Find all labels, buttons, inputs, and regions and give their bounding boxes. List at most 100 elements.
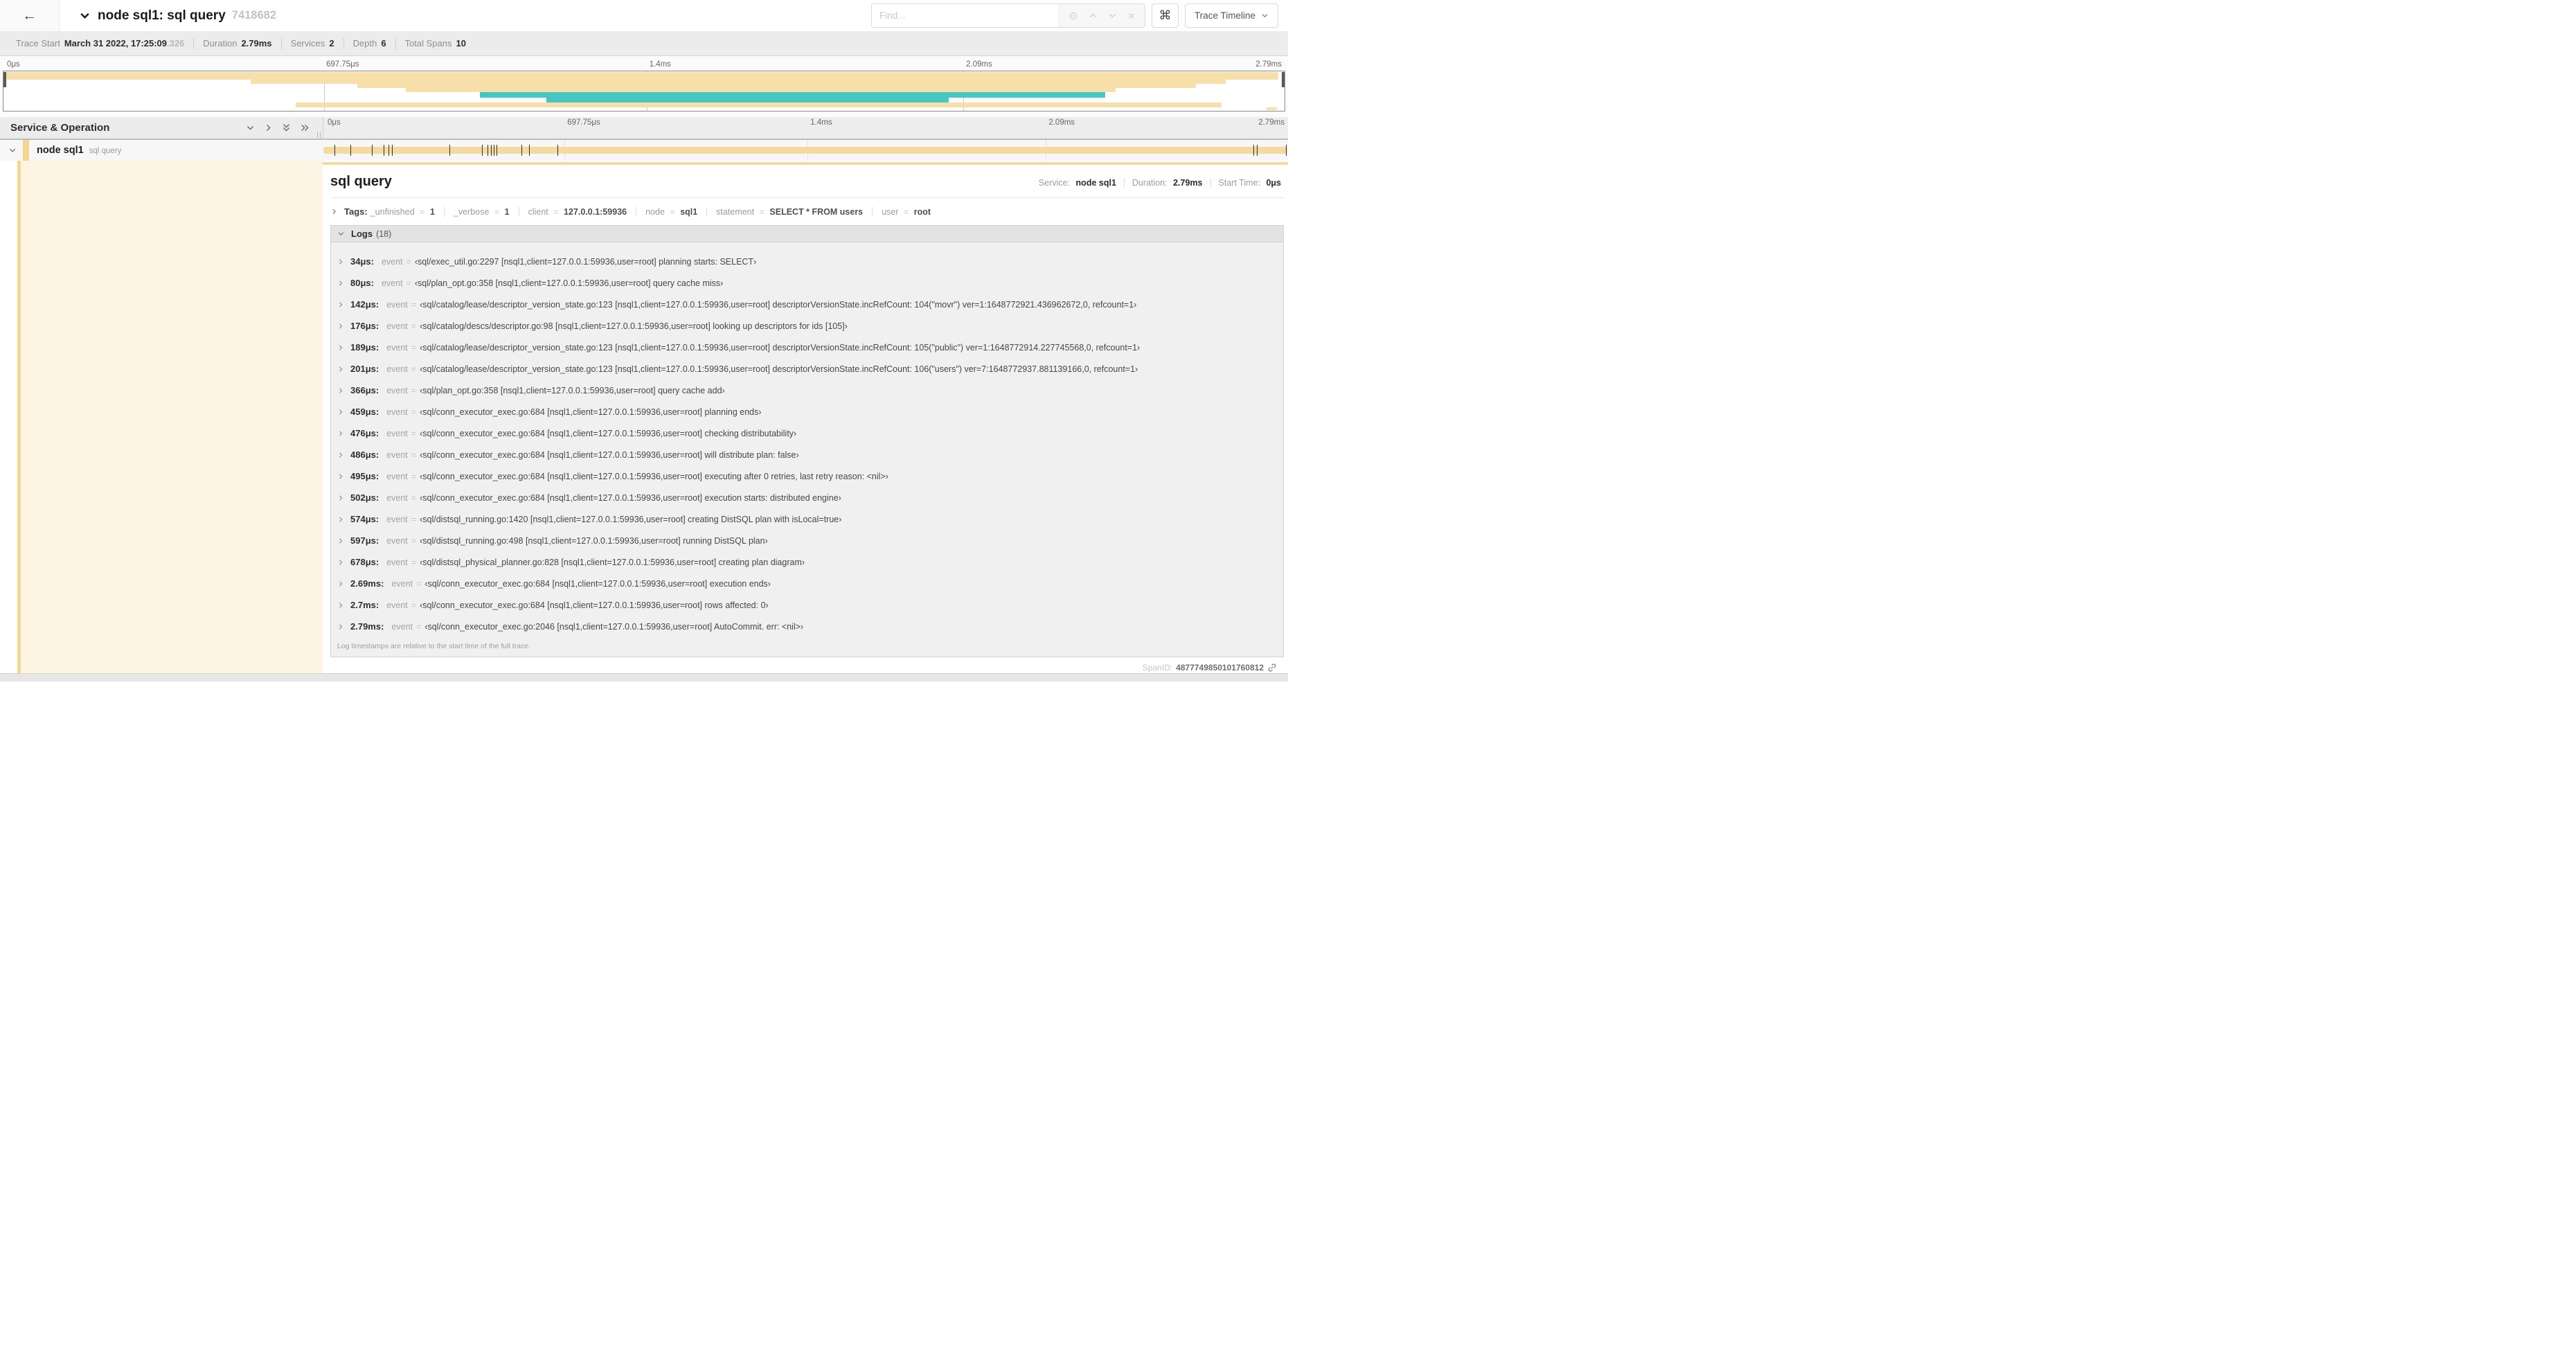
span-row-timeline[interactable] <box>323 140 1288 161</box>
ruler-tick-label: 2.09ms <box>966 60 992 69</box>
log-chevron-right-icon <box>337 344 344 351</box>
log-marker-tick <box>521 145 522 156</box>
log-equals: = <box>411 300 416 310</box>
log-timestamp: 2.7ms: <box>350 600 379 610</box>
arrow-left-icon: ← <box>22 8 37 24</box>
log-row[interactable]: 2.7ms: event = ‹sql/conn_executor_exec.g… <box>337 594 1283 616</box>
log-chevron-right-icon <box>337 559 344 566</box>
log-value: ‹sql/conn_executor_exec.go:684 [nsql1,cl… <box>420 450 799 460</box>
find-input[interactable] <box>872 4 1059 27</box>
log-row[interactable]: 366μs: event = ‹sql/plan_opt.go:358 [nsq… <box>337 380 1283 401</box>
minimap-left-handle[interactable] <box>3 72 6 87</box>
span-detail-meta: Service: node sql1 Duration: 2.79ms Star… <box>1039 178 1284 188</box>
log-equals: = <box>411 386 416 395</box>
span-row[interactable]: node sql1 sql query <box>0 140 1288 161</box>
log-equals: = <box>411 536 416 546</box>
tag-value: sql1 <box>680 207 697 217</box>
log-chevron-right-icon <box>337 516 344 523</box>
log-row[interactable]: 476μs: event = ‹sql/conn_executor_exec.g… <box>337 422 1283 444</box>
summary-value-fraction: .326 <box>167 38 184 48</box>
log-row[interactable]: 176μs: event = ‹sql/catalog/descs/descri… <box>337 315 1283 337</box>
log-row[interactable]: 142μs: event = ‹sql/catalog/lease/descri… <box>337 294 1283 315</box>
collapse-trace-header-button[interactable] <box>79 10 91 21</box>
log-value: ‹sql/conn_executor_exec.go:684 [nsql1,cl… <box>420 600 769 610</box>
ruler-tick-label: 0μs <box>7 60 20 69</box>
tag-equals: = <box>420 207 424 217</box>
log-row[interactable]: 201μs: event = ‹sql/catalog/lease/descri… <box>337 358 1283 380</box>
back-button[interactable]: ← <box>0 0 60 31</box>
minimap-right-handle[interactable] <box>1282 72 1285 87</box>
tag-item[interactable]: statement = SELECT * FROM users <box>706 207 863 217</box>
detail-meta-label: Duration: <box>1132 178 1168 188</box>
collapse-one-icon[interactable] <box>246 123 255 132</box>
chevron-down-icon <box>1261 12 1269 19</box>
minimap-ruler: 0μs697.75μs1.4ms2.09ms2.79ms <box>3 59 1285 71</box>
tag-key: _unfinished <box>370 207 415 217</box>
log-chevron-right-icon <box>337 537 344 544</box>
clear-find-icon[interactable] <box>1127 12 1136 20</box>
prev-result-icon[interactable] <box>1089 11 1098 20</box>
collapse-all-icon[interactable] <box>282 123 291 133</box>
span-service-name[interactable]: node sql1 <box>37 145 84 156</box>
expand-all-icon[interactable] <box>300 123 310 132</box>
log-equals: = <box>411 600 416 610</box>
span-detail-indent-area <box>21 161 323 673</box>
collapse-controls <box>246 123 323 133</box>
span-collapse-chevron-icon[interactable] <box>0 146 17 154</box>
minimap-canvas[interactable] <box>3 71 1285 112</box>
log-row[interactable]: 574μs: event = ‹sql/distsql_running.go:1… <box>337 508 1283 530</box>
log-equals: = <box>411 493 416 503</box>
tag-equals: = <box>670 207 674 217</box>
column-resizer-grip[interactable] <box>317 132 321 138</box>
log-row[interactable]: 495μs: event = ‹sql/conn_executor_exec.g… <box>337 465 1283 487</box>
trace-view-selector-label: Trace Timeline <box>1195 10 1255 21</box>
logs-header[interactable]: Logs (18) <box>331 226 1283 242</box>
log-row[interactable]: 459μs: event = ‹sql/conn_executor_exec.g… <box>337 401 1283 422</box>
tag-value: 1 <box>505 207 510 217</box>
log-row[interactable]: 189μs: event = ‹sql/catalog/lease/descri… <box>337 337 1283 358</box>
tag-item[interactable]: client = 127.0.0.1:59936 <box>519 207 627 217</box>
log-equals: = <box>411 364 416 374</box>
chevron-down-icon <box>79 10 91 21</box>
log-row[interactable]: 678μs: event = ‹sql/distsql_physical_pla… <box>337 551 1283 573</box>
next-result-icon[interactable] <box>1108 11 1117 20</box>
tags-row[interactable]: Tags: _unfinished = 1 _verbose = 1 clien… <box>330 206 1284 217</box>
tag-item[interactable]: node = sql1 <box>636 207 697 217</box>
tag-item[interactable]: user = root <box>872 207 931 217</box>
log-value: ‹sql/conn_executor_exec.go:684 [nsql1,cl… <box>420 493 841 503</box>
service-operation-title: Service & Operation <box>0 122 109 134</box>
tag-item[interactable]: _verbose = 1 <box>444 207 510 217</box>
log-marker-tick <box>529 145 530 156</box>
link-icon[interactable] <box>1267 663 1277 672</box>
trace-view-selector[interactable]: Trace Timeline <box>1185 3 1278 28</box>
log-row[interactable]: 2.79ms: event = ‹sql/conn_executor_exec.… <box>337 616 1283 637</box>
log-chevron-right-icon <box>337 301 344 308</box>
tag-item[interactable]: _unfinished = 1 <box>370 207 435 217</box>
ruler-tick-label: 1.4ms <box>810 118 832 127</box>
log-marker-tick <box>334 145 335 156</box>
log-value: ‹sql/exec_util.go:2297 [nsql1,client=127… <box>415 257 756 267</box>
log-equals: = <box>411 472 416 481</box>
detail-meta-item: Service: node sql1 <box>1039 178 1116 188</box>
keyboard-shortcuts-button[interactable]: ⌘ <box>1152 3 1179 28</box>
log-row[interactable]: 2.69ms: event = ‹sql/conn_executor_exec.… <box>337 573 1283 594</box>
log-marker-tick <box>482 145 483 156</box>
span-operation-name[interactable]: sql query <box>89 147 122 155</box>
log-row[interactable]: 502μs: event = ‹sql/conn_executor_exec.g… <box>337 487 1283 508</box>
log-equals: = <box>406 257 411 267</box>
log-row[interactable]: 597μs: event = ‹sql/distsql_running.go:4… <box>337 530 1283 551</box>
log-chevron-right-icon <box>337 366 344 373</box>
span-duration-bar[interactable] <box>323 147 1287 154</box>
log-row[interactable]: 486μs: event = ‹sql/conn_executor_exec.g… <box>337 444 1283 465</box>
locate-icon[interactable] <box>1068 11 1078 21</box>
summary-item: Services 2 <box>282 38 344 49</box>
log-row[interactable]: 80μs: event = ‹sql/plan_opt.go:358 [nsql… <box>337 272 1283 294</box>
log-timestamp: 486μs: <box>350 449 379 460</box>
log-field-name: event <box>386 407 408 417</box>
log-value: ‹sql/catalog/lease/descriptor_version_st… <box>420 364 1138 374</box>
tag-equals: = <box>760 207 764 217</box>
tags-chevron-right-icon[interactable] <box>330 208 338 215</box>
expand-one-icon[interactable] <box>264 123 273 132</box>
log-row[interactable]: 34μs: event = ‹sql/exec_util.go:2297 [ns… <box>337 251 1283 272</box>
timeline-ruler: 0μs697.75μs1.4ms2.09ms2.79ms <box>323 117 1288 139</box>
